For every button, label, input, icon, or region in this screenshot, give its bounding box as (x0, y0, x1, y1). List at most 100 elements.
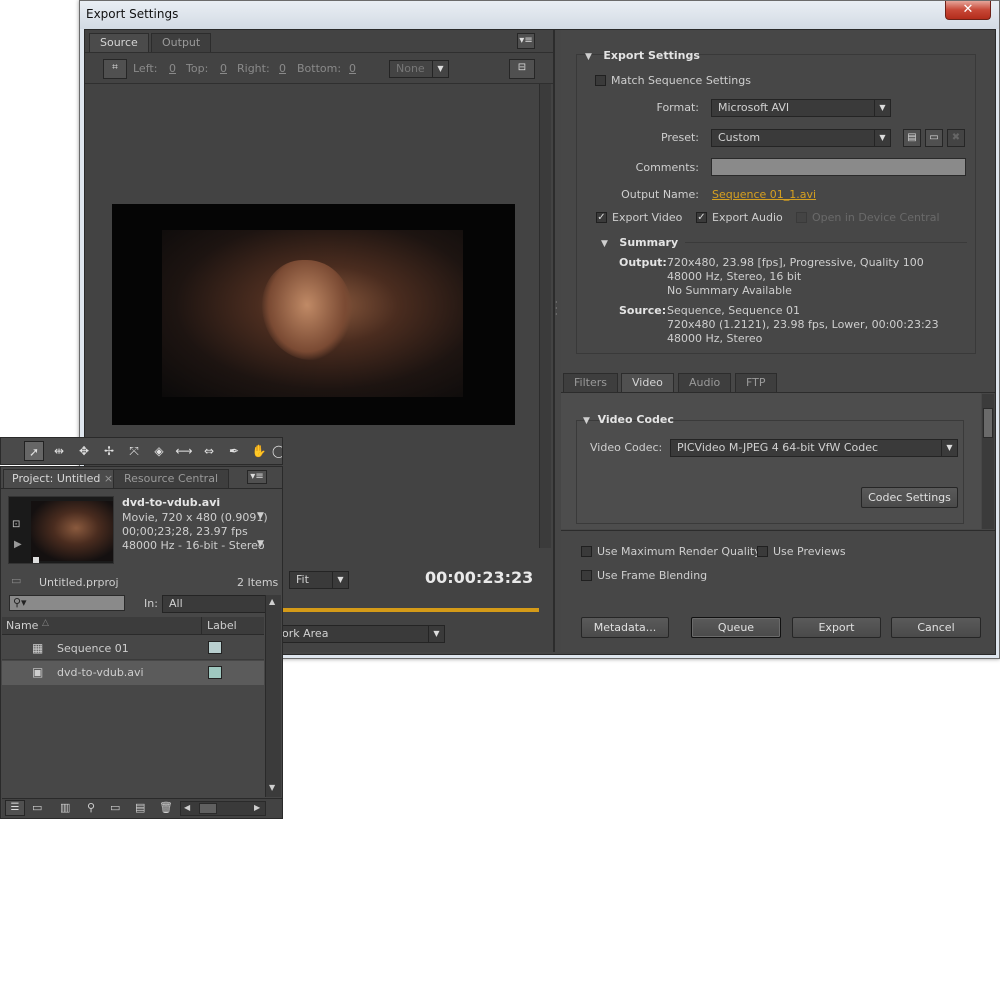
tab-audio[interactable]: Audio (678, 373, 732, 392)
razor-tool-icon[interactable]: ◈ (149, 441, 169, 461)
tab-ftp[interactable]: FTP (735, 373, 777, 392)
scroll-up-icon[interactable]: ▲ (269, 597, 275, 606)
frame-blending-checkbox[interactable] (581, 570, 592, 581)
save-preset-icon[interactable]: ▤ (903, 129, 921, 147)
match-sequence-checkbox[interactable] (595, 75, 606, 86)
label-swatch[interactable] (208, 666, 222, 679)
poster-frame-icon[interactable]: ⊡ (12, 519, 20, 530)
use-previews-checkbox[interactable] (757, 546, 768, 557)
export-button[interactable]: Export (792, 617, 881, 638)
import-preset-icon[interactable]: ▭ (925, 129, 943, 147)
crop-top-value[interactable]: 0 (220, 62, 227, 75)
table-row[interactable]: ▦ Sequence 01 (2, 637, 264, 660)
new-item-icon[interactable]: ▤ (135, 801, 145, 814)
crop-bottom-value[interactable]: 0 (349, 62, 356, 75)
thumbnail-image (31, 501, 113, 561)
frame-subject (262, 260, 352, 360)
summary-output-label: Output: (619, 256, 667, 269)
cancel-button[interactable]: Cancel (891, 617, 981, 638)
tab-resource-central[interactable]: Resource Central (113, 469, 229, 488)
search-input[interactable]: ⚲▾ (9, 595, 125, 611)
scroll-right-icon[interactable]: ▶ (254, 803, 260, 812)
column-name[interactable]: Name (6, 619, 38, 632)
list-view-icon[interactable]: ☰ (5, 800, 25, 816)
export-video-checkbox[interactable]: ✓ (596, 212, 607, 223)
find-icon[interactable]: ⚲ (87, 801, 95, 814)
panel-menu-icon[interactable]: ▾≡ (247, 470, 267, 484)
codec-settings-button[interactable]: Codec Settings (861, 487, 958, 508)
icon-view-icon[interactable]: ▭ (32, 801, 42, 814)
output-name-label: Output Name: (621, 188, 699, 201)
preset-dropdown[interactable]: Custom ▼ (711, 129, 891, 147)
rate-stretch-tool-icon[interactable]: ⤧ (124, 441, 144, 461)
ripple-edit-tool-icon[interactable]: ✥ (74, 441, 94, 461)
audio-video-clip-icon: ▣ (32, 665, 44, 679)
max-render-quality-checkbox[interactable] (581, 546, 592, 557)
source-range-dropdown[interactable]: ork Area ▼ (275, 625, 445, 643)
panel-menu-icon[interactable]: ▾≡ (517, 33, 535, 49)
preview-scrollbar[interactable] (539, 84, 551, 548)
tab-source[interactable]: Source (89, 33, 149, 52)
horizontal-scrollbar[interactable]: ◀ ▶ (180, 801, 266, 816)
slide-tool-icon[interactable]: ⇔ (199, 441, 219, 461)
summary-output-line: 720x480, 23.98 [fps], Progressive, Quali… (667, 256, 924, 269)
video-codec-heading: ▼ Video Codec (583, 413, 674, 426)
export-settings-heading: ▼ Export Settings (585, 49, 700, 62)
output-size-icon[interactable]: ⊟ (509, 59, 535, 79)
clip-info-line: 00;00;23;28, 23.97 fps (122, 525, 248, 538)
zoom-dropdown[interactable]: Fit ▼ (289, 571, 349, 589)
new-bin-icon[interactable]: ▭ (110, 801, 120, 814)
column-label[interactable]: Label (207, 619, 237, 632)
format-dropdown[interactable]: Microsoft AVI ▼ (711, 99, 891, 117)
collapse-triangle-icon[interactable]: ▼ (583, 416, 590, 426)
tab-project[interactable]: Project: Untitled × (3, 469, 123, 488)
scroll-left-icon[interactable]: ◀ (184, 803, 190, 812)
automate-sequence-icon[interactable]: ▥ (60, 801, 70, 814)
summary-source-line: 48000 Hz, Stereo (667, 332, 763, 345)
queue-button[interactable]: Queue (691, 617, 781, 638)
settings-scrollbar[interactable] (982, 394, 994, 529)
device-central-checkbox[interactable] (796, 212, 807, 223)
timeline-range-bar[interactable] (275, 608, 539, 612)
crop-preset-dropdown[interactable]: None ▼ (389, 60, 449, 78)
tab-output[interactable]: Output (151, 33, 212, 52)
collapse-triangle-icon[interactable]: ▼ (585, 52, 592, 62)
crop-left-value[interactable]: 0 (169, 62, 176, 75)
thumbnail-scrubber[interactable] (33, 557, 39, 563)
crop-icon[interactable]: ⌗ (103, 59, 127, 79)
panel-splitter[interactable]: · · · (555, 299, 560, 330)
tab-video[interactable]: Video (621, 373, 674, 392)
video-preview (112, 204, 515, 425)
clip-info-line: Movie, 720 x 480 (0.9091) (122, 511, 268, 524)
in-dropdown[interactable]: All (162, 595, 267, 613)
project-scrollbar[interactable]: ▲ ▼ (265, 595, 281, 797)
scroll-down-icon[interactable]: ▼ (269, 783, 275, 792)
delete-preset-icon[interactable]: ✖ (947, 129, 965, 147)
trash-icon[interactable]: 🗑 (159, 801, 173, 814)
output-name-link[interactable]: Sequence 01_1.avi (712, 188, 816, 201)
collapse-triangle-icon[interactable]: ▼ (601, 239, 608, 249)
comments-input[interactable] (711, 158, 966, 176)
crop-right-value[interactable]: 0 (279, 62, 286, 75)
pen-tool-icon[interactable]: ✒ (224, 441, 244, 461)
scroll-thumb[interactable] (983, 408, 993, 438)
zoom-tool-icon[interactable]: ◯ (272, 441, 282, 461)
track-select-tool-icon[interactable]: ⇹ (49, 441, 69, 461)
metadata-button[interactable]: Metadata... (581, 617, 669, 638)
close-button[interactable]: ✕ (945, 1, 991, 20)
chevron-down-icon[interactable]: ▼ (257, 511, 264, 521)
selection-tool-icon[interactable]: ➚ (24, 441, 44, 461)
video-codec-dropdown[interactable]: PICVideo M-JPEG 4 64-bit VfW Codec ▼ (670, 439, 958, 457)
hand-tool-icon[interactable]: ✋ (249, 441, 269, 461)
chevron-down-icon[interactable]: ▼ (257, 539, 264, 549)
table-row[interactable]: ▣ dvd-to-vdub.avi (2, 661, 264, 685)
label-swatch[interactable] (208, 641, 222, 654)
scroll-thumb[interactable] (199, 803, 217, 814)
export-audio-checkbox[interactable]: ✓ (696, 212, 707, 223)
tab-filters[interactable]: Filters (563, 373, 618, 392)
play-icon[interactable]: ▶ (14, 539, 22, 550)
slip-tool-icon[interactable]: ⟷ (174, 441, 194, 461)
rolling-edit-tool-icon[interactable]: ✢ (99, 441, 119, 461)
chevron-down-icon: ▼ (332, 572, 348, 588)
close-icon[interactable]: × (104, 472, 113, 485)
